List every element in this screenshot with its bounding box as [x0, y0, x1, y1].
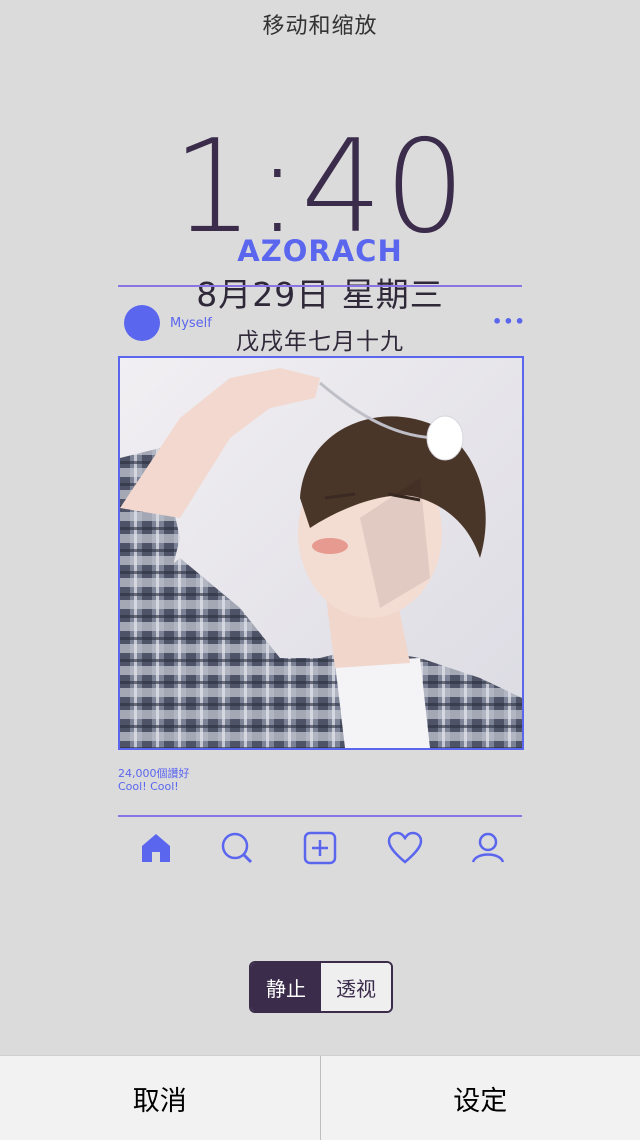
brand-label: AZORACH: [0, 234, 640, 268]
divider-bottom: [118, 815, 522, 817]
page-title: 移动和缩放: [0, 8, 640, 40]
lunar-date: 戊戌年七月十九: [0, 322, 640, 356]
set-button[interactable]: 设定: [321, 1056, 640, 1140]
static-option[interactable]: 静止: [251, 963, 321, 1011]
portrait-image: [120, 358, 522, 748]
wallpaper-photo[interactable]: [118, 356, 524, 750]
home-icon[interactable]: [138, 830, 174, 866]
lockscreen-date: 8月29日 星期三: [0, 268, 640, 316]
divider-top: [118, 285, 522, 287]
likes-count: 24,000個讚好: [118, 767, 190, 780]
post-caption: Cool! Cool!: [118, 780, 190, 793]
perspective-toggle[interactable]: 静止 透视: [249, 961, 393, 1013]
heart-icon[interactable]: [387, 830, 423, 866]
perspective-option[interactable]: 透视: [321, 963, 391, 1011]
profile-icon[interactable]: [470, 830, 506, 866]
search-icon[interactable]: [219, 830, 255, 866]
add-icon[interactable]: [302, 830, 338, 866]
post-likes: 24,000個讚好 Cool! Cool!: [118, 767, 190, 793]
cancel-button[interactable]: 取消: [0, 1056, 320, 1140]
ellipsis-icon: •••: [492, 312, 526, 331]
footer-bar: 取消 设定: [0, 1055, 640, 1140]
